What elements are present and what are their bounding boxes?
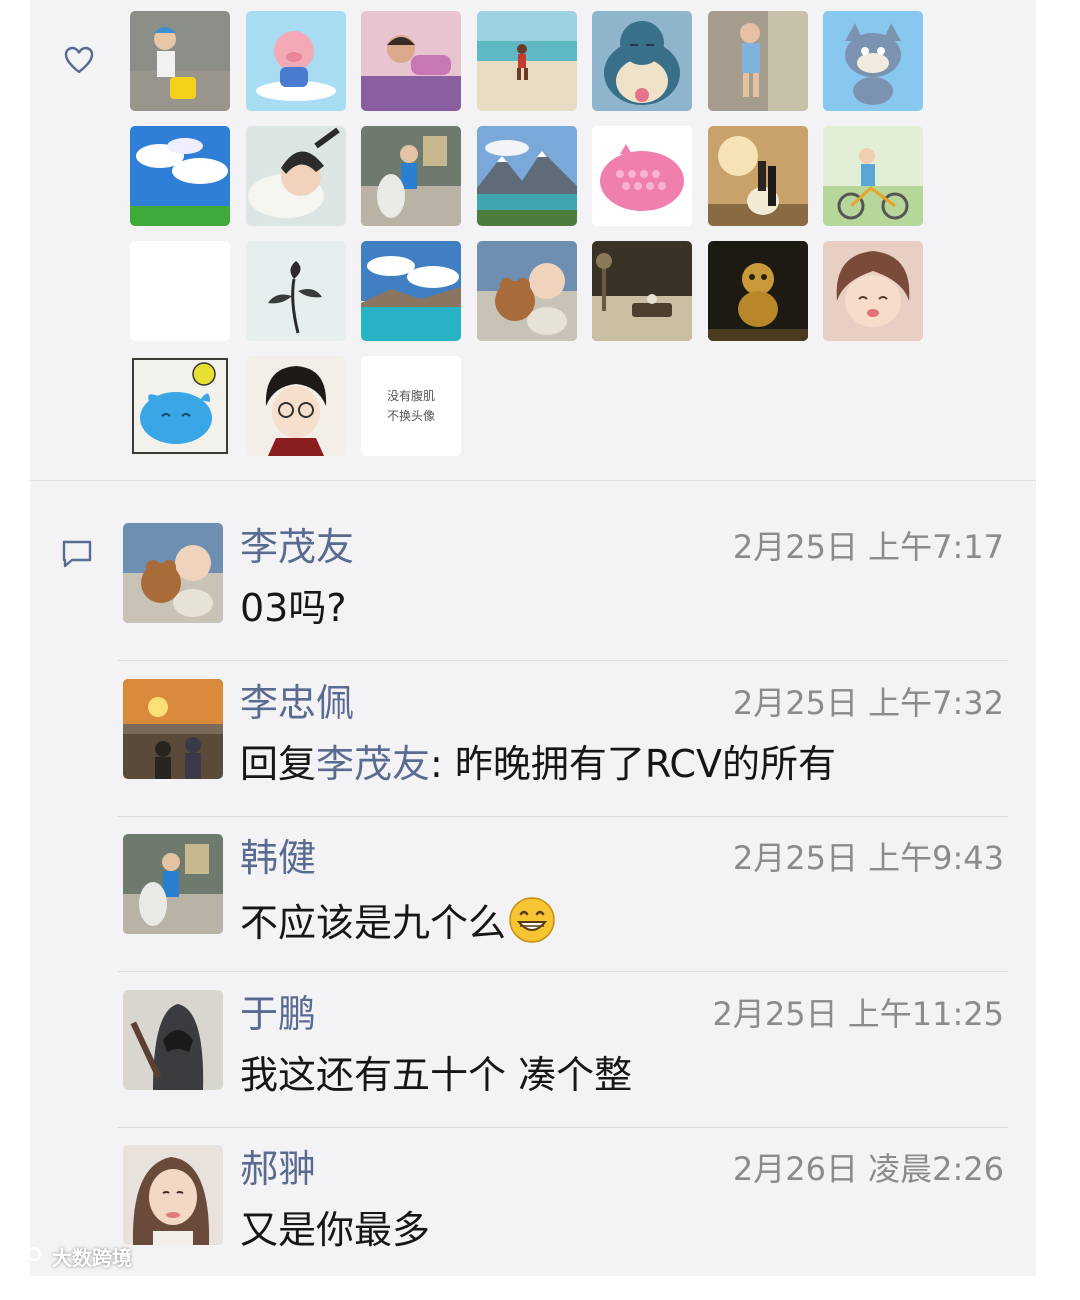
reply-separator: : (430, 742, 455, 786)
comment-timestamp: 2月25日 上午7:32 (732, 684, 1004, 722)
comment-separator (118, 971, 1008, 972)
avatar-text-card[interactable]: 没有腹肌 不换头像 (361, 356, 461, 456)
comment-author[interactable]: 郝翀 (240, 1147, 316, 1191)
avatar-baby-hat[interactable] (245, 126, 346, 226)
avatar-text-line-2: 不换头像 (386, 409, 435, 423)
avatar-blue-sky[interactable] (130, 126, 230, 226)
comment-body: 不应该是九个么 (240, 901, 507, 945)
comment-author[interactable]: 韩健 (240, 836, 316, 880)
grin-emoji-icon (509, 897, 555, 943)
comment-item: 郝翀 2月26日 凌晨2:26 又是你最多 (123, 1145, 1007, 1300)
avatar-anime-girl[interactable] (823, 241, 923, 341)
comment-timestamp: 2月25日 上午9:43 (732, 839, 1004, 877)
comment-separator (118, 660, 1008, 661)
comment-text: 回复李茂友: 昨晚拥有了RCV的所有 (240, 741, 836, 787)
comment-text: 又是你最多 (240, 1208, 431, 1252)
comment-text: 不应该是九个么 (240, 896, 556, 946)
avatar-wedding-sunset[interactable] (707, 126, 808, 226)
comment-item: 李茂友 2月25日 上午7:17 03吗? (118, 523, 1008, 678)
comment-avatar[interactable] (123, 1145, 223, 1245)
avatar-tom-cat[interactable] (823, 11, 923, 111)
watermark-logo-icon (9, 1245, 42, 1267)
avatar-boy-glasses[interactable] (245, 356, 346, 456)
avatar-ink-flower[interactable] (245, 241, 346, 341)
comment-avatar[interactable] (123, 990, 223, 1090)
avatar-blank[interactable] (130, 241, 230, 341)
avatar-cyclist[interactable] (823, 126, 923, 226)
comment-text: 我这还有五十个 凑个整 (240, 1053, 633, 1097)
watermark-text: 大数跨境 (52, 1245, 132, 1270)
avatar-lake-clouds[interactable] (361, 241, 461, 341)
comment-item: 于鹏 2月25日 上午11:25 我这还有五十个 凑个整 (118, 990, 1008, 1145)
likes-section: 没有腹肌 不换头像 (30, 0, 1036, 480)
reply-prefix: 回复 (240, 742, 317, 786)
avatar-text-line-1: 没有腹肌 (386, 389, 435, 403)
watermark: 大数跨境 (8, 1240, 132, 1272)
comment-text: 03吗? (240, 586, 347, 630)
comment-author[interactable]: 李茂友 (240, 525, 354, 569)
avatar-boy-toy-car[interactable] (130, 11, 230, 111)
avatar-boy-rocking-horse[interactable] (361, 126, 461, 226)
comment-timestamp: 2月25日 上午11:25 (712, 995, 1004, 1033)
comment-timestamp: 2月25日 上午7:17 (732, 528, 1004, 566)
avatar-blue-bird[interactable] (130, 356, 230, 456)
comment-separator (118, 1127, 1008, 1128)
heart-outline-icon (64, 46, 94, 74)
reply-to-author[interactable]: 李茂友 (316, 742, 430, 786)
avatar-pink-popit-pig[interactable] (592, 126, 692, 226)
comment-avatar[interactable] (123, 834, 223, 934)
moments-interaction-panel: 没有腹肌 不换头像 李茂友 2月25日 上午7:17 03吗? 李忠佩 2月25… (30, 0, 1036, 1276)
avatar-girl-lying[interactable] (361, 11, 461, 111)
comment-author[interactable]: 于鹏 (240, 992, 316, 1036)
avatar-pink-pig[interactable] (245, 11, 346, 111)
avatar-tea-table[interactable] (592, 241, 692, 341)
comment-item: 韩健 2月25日 上午9:43 不应该是九个么 (118, 834, 1008, 989)
comment-author[interactable]: 李忠佩 (240, 681, 354, 725)
comment-bubble-icon (62, 540, 92, 568)
avatar-baby-teddy[interactable] (476, 241, 577, 341)
comment-avatar[interactable] (123, 679, 223, 779)
avatar-girl-wall[interactable] (707, 11, 808, 111)
avatar-monkey-statue[interactable] (707, 241, 808, 341)
comment-item: 李忠佩 2月25日 上午7:32 回复李茂友: 昨晚拥有了RCV的所有 (118, 679, 1008, 834)
comment-avatar[interactable] (123, 523, 223, 623)
avatar-mountain-lake[interactable] (476, 126, 577, 226)
avatar-beach-runner[interactable] (476, 11, 577, 111)
comment-separator (118, 816, 1008, 817)
liker-avatar-grid: 没有腹肌 不换头像 (130, 11, 923, 456)
avatar-snorlax[interactable] (592, 11, 692, 111)
comment-timestamp: 2月26日 凌晨2:26 (732, 1150, 1004, 1188)
reply-body: 昨晚拥有了RCV的所有 (454, 742, 836, 786)
section-divider (30, 480, 1036, 481)
